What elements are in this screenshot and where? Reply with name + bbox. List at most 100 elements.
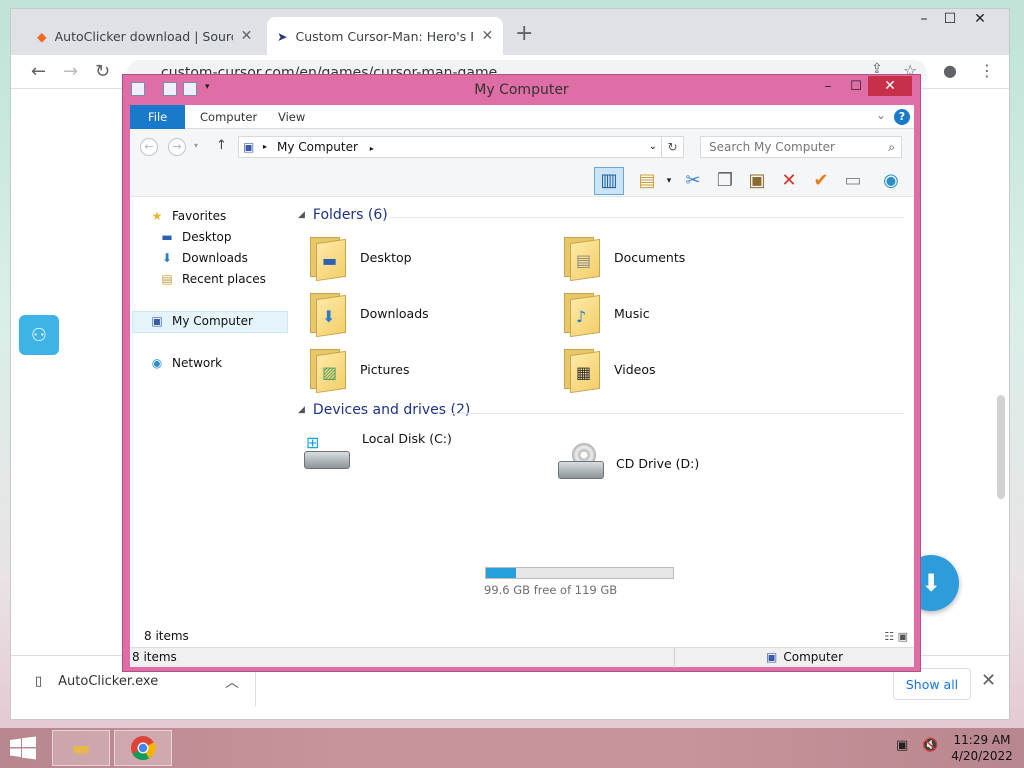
- maximize-icon[interactable]: ☐: [935, 11, 965, 27]
- group-divider: [390, 217, 904, 218]
- download-item[interactable]: ▯ AutoClicker.exe: [35, 674, 158, 689]
- recent-places-icon: ▤: [161, 272, 173, 286]
- drive-d[interactable]: CD Drive (D:): [558, 443, 699, 483]
- content-pane: ◢ Folders (6) ▬ Desktop ▤ Documents ⬇ Do…: [290, 197, 914, 629]
- disk-usage-fill: [486, 568, 517, 578]
- address-bar-row: ← → ▾ ↑ ▣ ▸ My Computer ▸ ⌄ ↻ Search My …: [130, 129, 914, 165]
- tab-computer[interactable]: Computer: [186, 105, 271, 129]
- view-toggle-icons[interactable]: ☷ ▣: [884, 630, 908, 643]
- nav-my-computer[interactable]: ▣ My Computer: [150, 314, 253, 328]
- search-icon: ⌕: [888, 140, 895, 154]
- menu-kebab-icon[interactable]: ⋮: [979, 61, 995, 80]
- item-count: 8 items: [132, 650, 177, 664]
- chevron-up-icon[interactable]: ︿: [225, 672, 239, 692]
- item-label: Videos: [614, 361, 656, 377]
- tab-cursor-man[interactable]: ➤ Custom Cursor-Man: Hero's Rise ✕: [267, 17, 504, 55]
- maximize-icon[interactable]: ☐: [841, 79, 871, 94]
- group-devices[interactable]: ◢ Devices and drives (2): [298, 402, 470, 418]
- back-icon[interactable]: ←: [31, 61, 46, 82]
- chevron-down-icon[interactable]: ⌄: [649, 137, 657, 157]
- tab-close-icon[interactable]: ✕: [241, 28, 253, 44]
- cut-icon[interactable]: ✂: [680, 168, 706, 194]
- disk-usage-bar: [485, 567, 674, 579]
- file-explorer-taskbar-icon[interactable]: ▬: [52, 730, 110, 766]
- folder-pictures[interactable]: ▨ Pictures: [308, 347, 410, 394]
- explorer-titlebar[interactable]: ▾ My Computer – ☐ ✕: [123, 75, 920, 103]
- folder-videos[interactable]: ▦ Videos: [562, 347, 656, 394]
- folder-icon: ⬇: [308, 291, 348, 338]
- copy-icon[interactable]: ❐: [712, 168, 738, 194]
- computer-icon: ▣: [151, 314, 163, 328]
- chrome-taskbar-icon[interactable]: [114, 730, 172, 766]
- page-scrollbar[interactable]: [997, 395, 1005, 499]
- item-label: Local Disk (C:): [362, 431, 452, 446]
- explorer-window: ▾ My Computer – ☐ ✕ File Computer View ⌄…: [122, 74, 921, 672]
- up-arrow-icon[interactable]: ↑: [216, 138, 227, 153]
- folder-icon: ▦: [562, 347, 602, 394]
- forward-icon[interactable]: →: [63, 61, 78, 82]
- close-icon[interactable]: ✕: [868, 76, 912, 96]
- command-bar: ▥ ▤ ▾ ✂ ❐ ▣ ✕ ✔ ▭ ◉: [130, 165, 914, 197]
- zone-label: Computer: [783, 650, 843, 664]
- refresh-icon[interactable]: ↻: [662, 136, 684, 158]
- volume-muted-icon[interactable]: 🔇: [922, 738, 938, 753]
- paste-icon[interactable]: ▣: [744, 168, 770, 194]
- star-icon: ★: [151, 209, 163, 223]
- nav-network[interactable]: ◉ Network: [150, 356, 222, 370]
- preview-pane-icon[interactable]: ▥: [594, 167, 624, 195]
- new-tab-button[interactable]: +: [515, 23, 533, 45]
- chevron-down-icon[interactable]: ⌄: [876, 108, 886, 122]
- nav-desktop[interactable]: ▬ Desktop: [160, 230, 231, 244]
- group-label: Devices and drives (2): [312, 402, 471, 418]
- folder-desktop[interactable]: ▬ Desktop: [308, 235, 412, 282]
- help-icon[interactable]: ?: [894, 109, 910, 125]
- sourceforge-icon: ◆: [37, 28, 47, 44]
- tab-title: Custom Cursor-Man: Hero's Rise: [295, 28, 473, 44]
- friends-icon[interactable]: ⚇: [19, 315, 59, 355]
- nav-recent-places[interactable]: ▤ Recent places: [160, 272, 266, 286]
- status-divider: [674, 648, 675, 668]
- group-folders[interactable]: ◢ Folders (6): [298, 207, 388, 223]
- clock-time: 11:29 AM: [953, 733, 1011, 747]
- recent-dropdown-icon[interactable]: ▾: [194, 141, 198, 150]
- tab-close-icon[interactable]: ✕: [481, 28, 493, 44]
- tab-title: AutoClicker download | SourceFo: [54, 28, 233, 44]
- globe-icon[interactable]: ◉: [878, 168, 904, 194]
- reload-icon[interactable]: ↻: [95, 61, 110, 82]
- downloads-icon: ⬇: [161, 251, 173, 265]
- forward-icon[interactable]: →: [168, 138, 186, 156]
- nav-label: Favorites: [172, 209, 227, 223]
- tab-autoclicker[interactable]: ◆ AutoClicker download | SourceFo ✕: [27, 17, 262, 55]
- show-all-button[interactable]: Show all: [893, 668, 971, 700]
- checkmark-icon[interactable]: ✔: [808, 168, 834, 194]
- folder-icon: ▤: [562, 235, 602, 282]
- search-input[interactable]: Search My Computer ⌕: [700, 136, 902, 158]
- system-tray: ▣ 🔇: [896, 738, 938, 753]
- nav-label: Network: [172, 356, 223, 370]
- dropdown-icon[interactable]: ▾: [656, 168, 682, 194]
- close-icon[interactable]: ✕: [965, 11, 995, 27]
- back-icon[interactable]: ←: [140, 138, 158, 156]
- folder-music[interactable]: ♪ Music: [562, 291, 650, 338]
- tab-file[interactable]: File: [130, 105, 186, 129]
- drive-c[interactable]: ⊞ Local Disk (C:): [304, 431, 452, 473]
- folder-documents[interactable]: ▤ Documents: [562, 235, 685, 282]
- tab-view[interactable]: View: [264, 105, 319, 129]
- profile-avatar-icon[interactable]: ●: [943, 61, 957, 80]
- nav-favorites[interactable]: ★ Favorites: [150, 209, 227, 223]
- close-shelf-icon[interactable]: ✕: [981, 670, 996, 691]
- folder-downloads[interactable]: ⬇ Downloads: [308, 291, 429, 338]
- nav-downloads[interactable]: ⬇ Downloads: [160, 251, 248, 265]
- computer-icon: ▣: [766, 650, 778, 664]
- download-filename: AutoClicker.exe: [58, 674, 159, 689]
- collapse-triangle-icon: ◢: [298, 210, 305, 220]
- network-icon[interactable]: ▣: [896, 738, 908, 753]
- rename-icon[interactable]: ▭: [840, 168, 866, 194]
- windows-start-icon[interactable]: [8, 736, 38, 760]
- minimize-icon[interactable]: –: [813, 79, 843, 94]
- address-field[interactable]: ▣ ▸ My Computer ▸ ⌄: [238, 136, 662, 158]
- item-label: Desktop: [360, 249, 412, 265]
- delete-icon[interactable]: ✕: [776, 168, 802, 194]
- clock[interactable]: 11:29 AM 4/20/2022: [950, 732, 1014, 764]
- window-title: My Computer: [474, 82, 569, 98]
